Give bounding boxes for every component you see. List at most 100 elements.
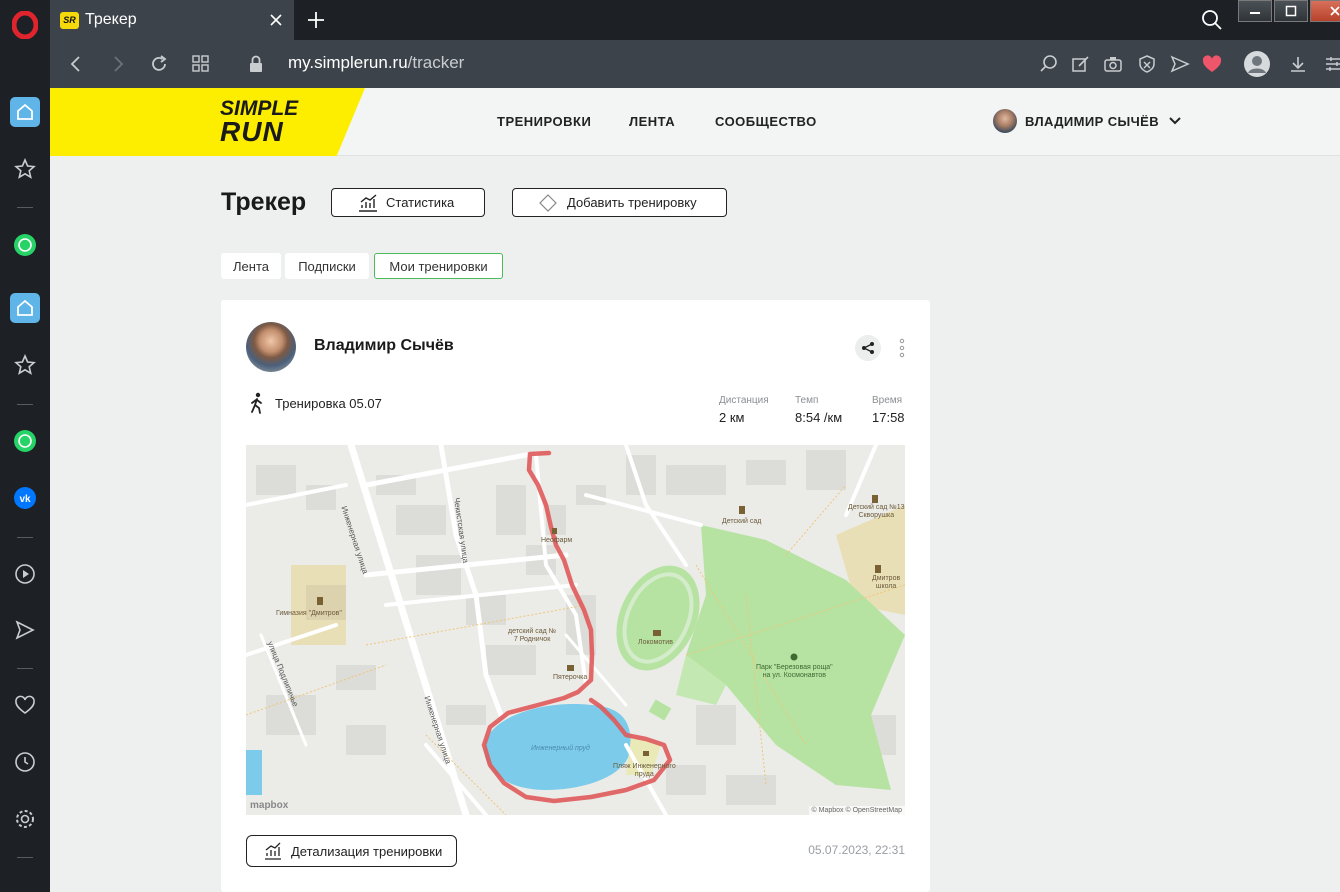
- nav-community[interactable]: СООБЩЕСТВО: [715, 114, 817, 129]
- poi-pond: Инженерный пруд: [531, 745, 590, 752]
- url-path: /tracker: [407, 53, 465, 72]
- poi-kindergarten13: Детский сад №13 Скворушка: [848, 504, 905, 520]
- heart-icon[interactable]: [10, 691, 40, 721]
- new-tab-icon[interactable]: [304, 8, 328, 32]
- sidebar-divider-3: [17, 537, 33, 538]
- add-workout-button[interactable]: Добавить тренировку: [512, 188, 727, 217]
- add-workout-button-label: Добавить тренировку: [567, 195, 697, 210]
- share-icon[interactable]: [855, 335, 881, 361]
- more-options-icon[interactable]: [897, 338, 907, 358]
- easy-setup-icon[interactable]: [1322, 52, 1340, 76]
- home-icon-2[interactable]: [10, 293, 40, 323]
- back-icon[interactable]: [64, 52, 88, 76]
- poi-kindergarten: Детский сад: [722, 518, 762, 525]
- author-avatar[interactable]: [246, 322, 296, 372]
- browser-tab[interactable]: SR Трекер: [50, 0, 294, 40]
- tab-subscriptions[interactable]: Подписки: [285, 253, 369, 279]
- walking-icon: [248, 392, 266, 419]
- distance-value: 2 км: [719, 410, 745, 425]
- stat-time: Время 17:58: [872, 395, 905, 425]
- nav-trainings[interactable]: ТРЕНИРОВКИ: [497, 114, 591, 129]
- pace-value: 8:54 /км: [795, 410, 843, 425]
- simplerun-logo[interactable]: SIMPLE RUN: [220, 98, 298, 147]
- whatsapp-icon-2[interactable]: [10, 426, 40, 456]
- sidebar-divider: [17, 207, 33, 208]
- close-tab-icon[interactable]: [266, 10, 286, 30]
- player-icon[interactable]: [10, 559, 40, 589]
- browser-sidebar: vk: [0, 0, 50, 892]
- logo-line2: RUN: [220, 115, 284, 147]
- route-map[interactable]: Гимназия "Дмитров" детский сад № 7 Родни…: [246, 445, 905, 815]
- download-icon[interactable]: [1286, 52, 1310, 76]
- author-name[interactable]: Владимир Сычёв: [314, 337, 454, 355]
- stat-distance: Дистанция 2 км: [719, 395, 769, 425]
- poi-pyaterochka: Пятерочка: [553, 674, 588, 681]
- page-title: Трекер: [221, 188, 307, 216]
- history-clock-icon[interactable]: [10, 747, 40, 777]
- whatsapp-icon[interactable]: [10, 230, 40, 260]
- tab-my-trainings[interactable]: Мои тренировки: [374, 253, 503, 279]
- tab-strip: SR Трекер: [50, 0, 1340, 40]
- send-icon[interactable]: [10, 615, 40, 645]
- lock-icon[interactable]: [244, 52, 268, 76]
- stat-pace: Темп 8:54 /км: [795, 395, 842, 425]
- poi-beach: Пляж Инженерного пруда: [613, 763, 676, 779]
- nav-feed[interactable]: ЛЕНТА: [629, 114, 675, 129]
- tab-search-icon[interactable]: [1200, 8, 1224, 37]
- home-icon[interactable]: [10, 97, 40, 127]
- poi-gym: Гимназия "Дмитров": [276, 610, 342, 617]
- user-avatar: [993, 109, 1017, 133]
- tab-title: Трекер: [85, 11, 137, 28]
- time-label: Время: [872, 395, 903, 406]
- distance-label: Дистанция: [719, 395, 769, 406]
- adblock-icon[interactable]: [1135, 52, 1159, 76]
- workout-card: Владимир Сычёв Тренировка 05.07 Дистанци…: [221, 300, 930, 892]
- user-menu[interactable]: ВЛАДИМИР СЫЧЁВ: [993, 109, 1181, 133]
- map-attribution[interactable]: © Mapbox © OpenStreetMap: [808, 806, 905, 815]
- bookmarks-star-icon-2[interactable]: [10, 350, 40, 380]
- url-field[interactable]: my.simplerun.ru/tracker: [288, 53, 464, 73]
- poi-kindergarten-rodnichok: детский сад № 7 Родничок: [508, 628, 557, 644]
- opera-logo-icon[interactable]: [10, 10, 40, 40]
- chart-icon: [265, 842, 281, 860]
- site-header: SIMPLE RUN ТРЕНИРОВКИ ЛЕНТА СООБЩЕСТВО В…: [50, 88, 1340, 156]
- mapbox-logo[interactable]: mapbox: [250, 800, 288, 811]
- svg-text:vk: vk: [19, 494, 31, 505]
- url-domain: my.simplerun.ru: [288, 53, 408, 72]
- search-page-icon[interactable]: [1037, 52, 1061, 76]
- close-window-icon[interactable]: [1310, 0, 1340, 22]
- heart-favorite-icon[interactable]: [1200, 52, 1224, 76]
- poi-lokomotiv: Локомотив: [638, 639, 673, 646]
- user-name: ВЛАДИМИР СЫЧЁВ: [1025, 113, 1160, 129]
- time-value: 17:58: [872, 410, 905, 425]
- poi-neopharm: Неофарм: [541, 537, 573, 544]
- workout-name: Тренировка 05.07: [275, 396, 382, 411]
- speed-dial-grid-icon[interactable]: [189, 52, 213, 76]
- send-flow-icon[interactable]: [1168, 52, 1192, 76]
- settings-gear-icon[interactable]: [10, 804, 40, 834]
- statistics-button[interactable]: Статистика: [331, 188, 485, 217]
- edit-share-icon[interactable]: [1069, 52, 1093, 76]
- poi-school: Дмитров школа: [872, 575, 901, 591]
- workout-details-label: Детализация тренировки: [291, 843, 443, 859]
- diamond-icon: [539, 193, 557, 212]
- chevron-down-icon: [1169, 117, 1181, 125]
- tab-feed[interactable]: Лента: [221, 253, 281, 279]
- maximize-icon[interactable]: [1274, 0, 1308, 22]
- window-controls: [1238, 0, 1340, 22]
- forward-icon[interactable]: [106, 52, 130, 76]
- sidebar-divider-2: [17, 404, 33, 405]
- statistics-button-label: Статистика: [386, 195, 455, 210]
- chart-icon: [359, 193, 377, 212]
- logo-banner: [50, 88, 365, 156]
- vk-icon[interactable]: vk: [10, 483, 40, 513]
- profile-avatar-icon[interactable]: [1243, 50, 1271, 78]
- reload-icon[interactable]: [147, 52, 171, 76]
- pace-label: Темп: [795, 395, 819, 406]
- address-bar: my.simplerun.ru/tracker: [50, 40, 1340, 88]
- workout-details-button[interactable]: Детализация тренировки: [246, 835, 457, 867]
- bookmarks-star-icon[interactable]: [10, 154, 40, 184]
- tab-favicon: SR: [60, 11, 79, 29]
- minimize-icon[interactable]: [1238, 0, 1272, 22]
- snapshot-camera-icon[interactable]: [1101, 52, 1125, 76]
